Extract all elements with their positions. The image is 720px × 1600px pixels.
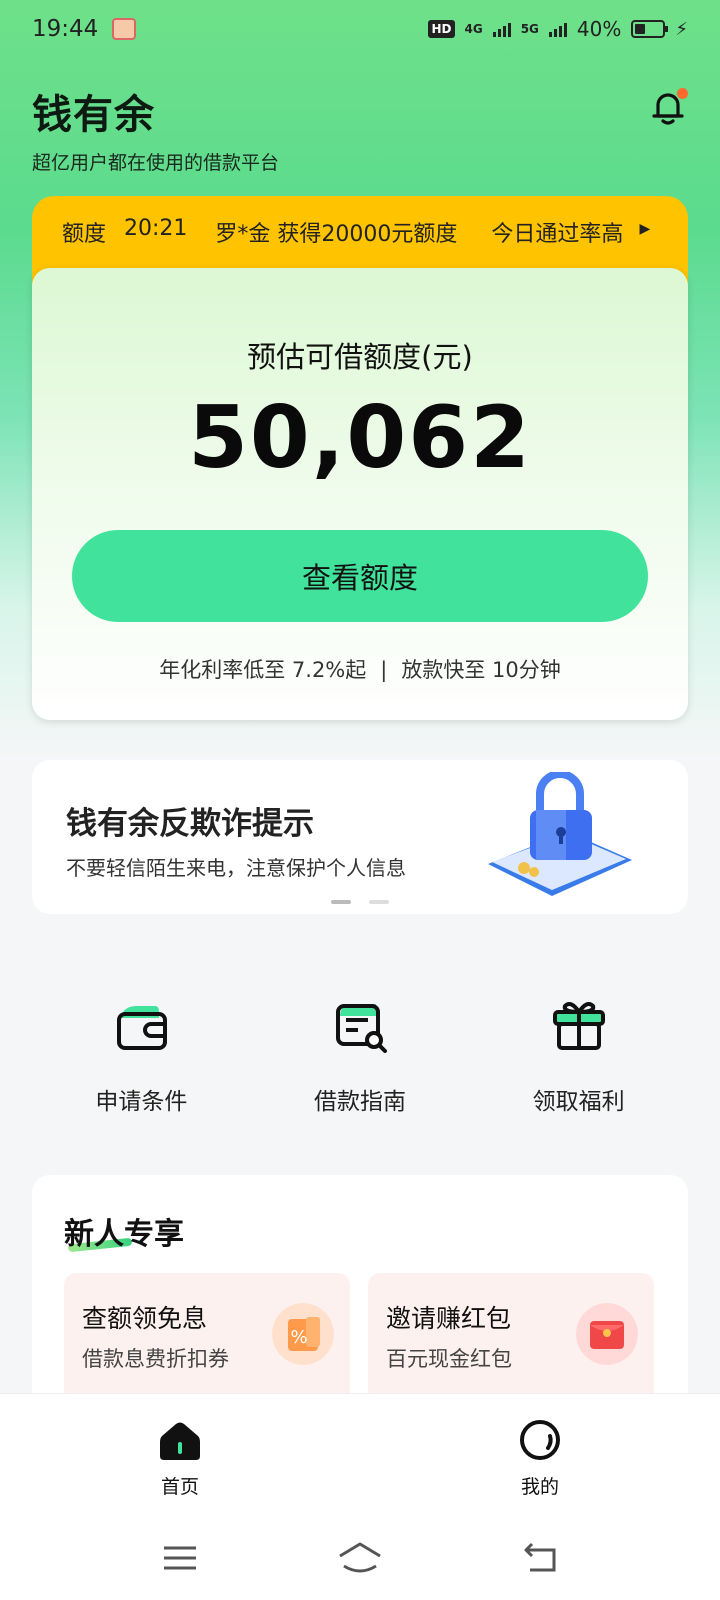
quota-card: 预估可借额度(元) 50,062 查看额度 年化利率低至 7.2%起 | 放款快至 … bbox=[32, 268, 688, 720]
signal-icon bbox=[548, 21, 567, 37]
notification-button[interactable] bbox=[648, 88, 688, 128]
status-bar: 19:44 HD 4G 5G 40% ⚡ bbox=[0, 0, 720, 58]
shortcut-loan-guide[interactable]: 借款指南 bbox=[270, 990, 450, 1115]
banner-pagination bbox=[32, 900, 688, 904]
charging-icon: ⚡ bbox=[675, 18, 688, 40]
hd-voice-icon: HD bbox=[428, 20, 455, 38]
red-envelope-icon bbox=[576, 1303, 638, 1365]
rate-text: 年化利率低至 7.2%起 bbox=[159, 658, 367, 682]
wallet-icon bbox=[117, 1006, 168, 1050]
status-time: 19:44 bbox=[32, 16, 99, 42]
shortcut-label: 借款指南 bbox=[313, 1089, 406, 1115]
battery-icon bbox=[631, 20, 669, 38]
perk-title: 查额领免息 bbox=[82, 1304, 208, 1333]
banner-title: 钱有余反欺诈提示 bbox=[66, 806, 314, 842]
separator: | bbox=[380, 658, 388, 682]
banner-dot[interactable] bbox=[369, 900, 389, 904]
tab-label: 我的 bbox=[520, 1476, 559, 1498]
banner-description: 不要轻信陌生来电，注意保护个人信息 bbox=[66, 856, 406, 880]
phone-lock-illustration bbox=[488, 772, 632, 896]
banner-dot[interactable] bbox=[331, 900, 351, 904]
menu-icon[interactable] bbox=[160, 1540, 200, 1576]
perk-description: 百元现金红包 bbox=[386, 1347, 512, 1371]
ticker-time: 20:21 bbox=[124, 216, 188, 241]
tab-home[interactable]: 首页 bbox=[140, 1418, 220, 1499]
signal-icon bbox=[492, 21, 511, 37]
app-title: 钱有余 bbox=[32, 92, 155, 138]
home-icon bbox=[160, 1422, 200, 1460]
battery-percent: 40% bbox=[576, 17, 622, 41]
svg-text:%: % bbox=[290, 1327, 307, 1348]
chevron-right-icon: ▶ bbox=[639, 221, 651, 237]
back-icon[interactable] bbox=[520, 1540, 560, 1576]
network-type-5g: 5G bbox=[520, 22, 539, 36]
shortcut-grid: 申请条件 借款指南 领取福利 bbox=[32, 990, 688, 1115]
perk-invite-red-packet[interactable]: 邀请赚红包 百元现金红包 bbox=[368, 1273, 654, 1403]
perk-free-interest[interactable]: 查额领免息 借款息费折扣券 % bbox=[64, 1273, 350, 1403]
ticker-hint: 今日通过率高 bbox=[491, 222, 624, 247]
quota-footnote: 年化利率低至 7.2%起 | 放款快至 10分钟 bbox=[32, 654, 688, 684]
battery-fill bbox=[635, 24, 646, 34]
shortcut-apply-conditions[interactable]: 申请条件 bbox=[51, 990, 231, 1115]
gift-icon bbox=[552, 1002, 605, 1050]
perk-title: 邀请赚红包 bbox=[386, 1304, 512, 1333]
quota-label: 预估可借额度(元) bbox=[247, 340, 473, 374]
profile-circle-icon bbox=[520, 1420, 560, 1460]
tab-mine[interactable]: 我的 bbox=[500, 1418, 580, 1499]
perk-description: 借款息费折扣券 bbox=[82, 1347, 229, 1371]
ticker-label: 额度 bbox=[62, 222, 107, 247]
ticker-message: 罗*金 获得20000元额度 bbox=[215, 222, 458, 247]
shortcut-label: 领取福利 bbox=[532, 1089, 625, 1115]
tab-label: 首页 bbox=[160, 1476, 199, 1498]
app-subtitle: 超亿用户都在使用的借款平台 bbox=[32, 152, 280, 174]
discount-coupon-icon: % bbox=[272, 1303, 334, 1365]
check-quota-button[interactable]: 查看额度 bbox=[72, 530, 648, 622]
quota-amount: 50,062 bbox=[188, 388, 532, 488]
shortcut-label: 申请条件 bbox=[95, 1089, 188, 1115]
home-nav-icon[interactable] bbox=[336, 1540, 384, 1576]
network-type-4g: 4G bbox=[464, 22, 483, 36]
system-nav-bar bbox=[0, 1530, 720, 1600]
notification-badge bbox=[677, 88, 688, 99]
newcomer-title: 新人专享 bbox=[64, 1217, 184, 1252]
shortcut-benefits[interactable]: 领取福利 bbox=[489, 990, 669, 1115]
app-header: 钱有余 超亿用户都在使用的借款平台 bbox=[32, 82, 688, 175]
guide-search-icon bbox=[335, 1004, 387, 1053]
app-notification-icon bbox=[112, 18, 137, 40]
speed-text: 放款快至 10分钟 bbox=[401, 658, 561, 682]
status-indicators: HD 4G 5G 40% ⚡ bbox=[428, 17, 688, 41]
anti-fraud-banner[interactable]: 钱有余反欺诈提示 不要轻信陌生来电，注意保护个人信息 bbox=[32, 760, 688, 914]
